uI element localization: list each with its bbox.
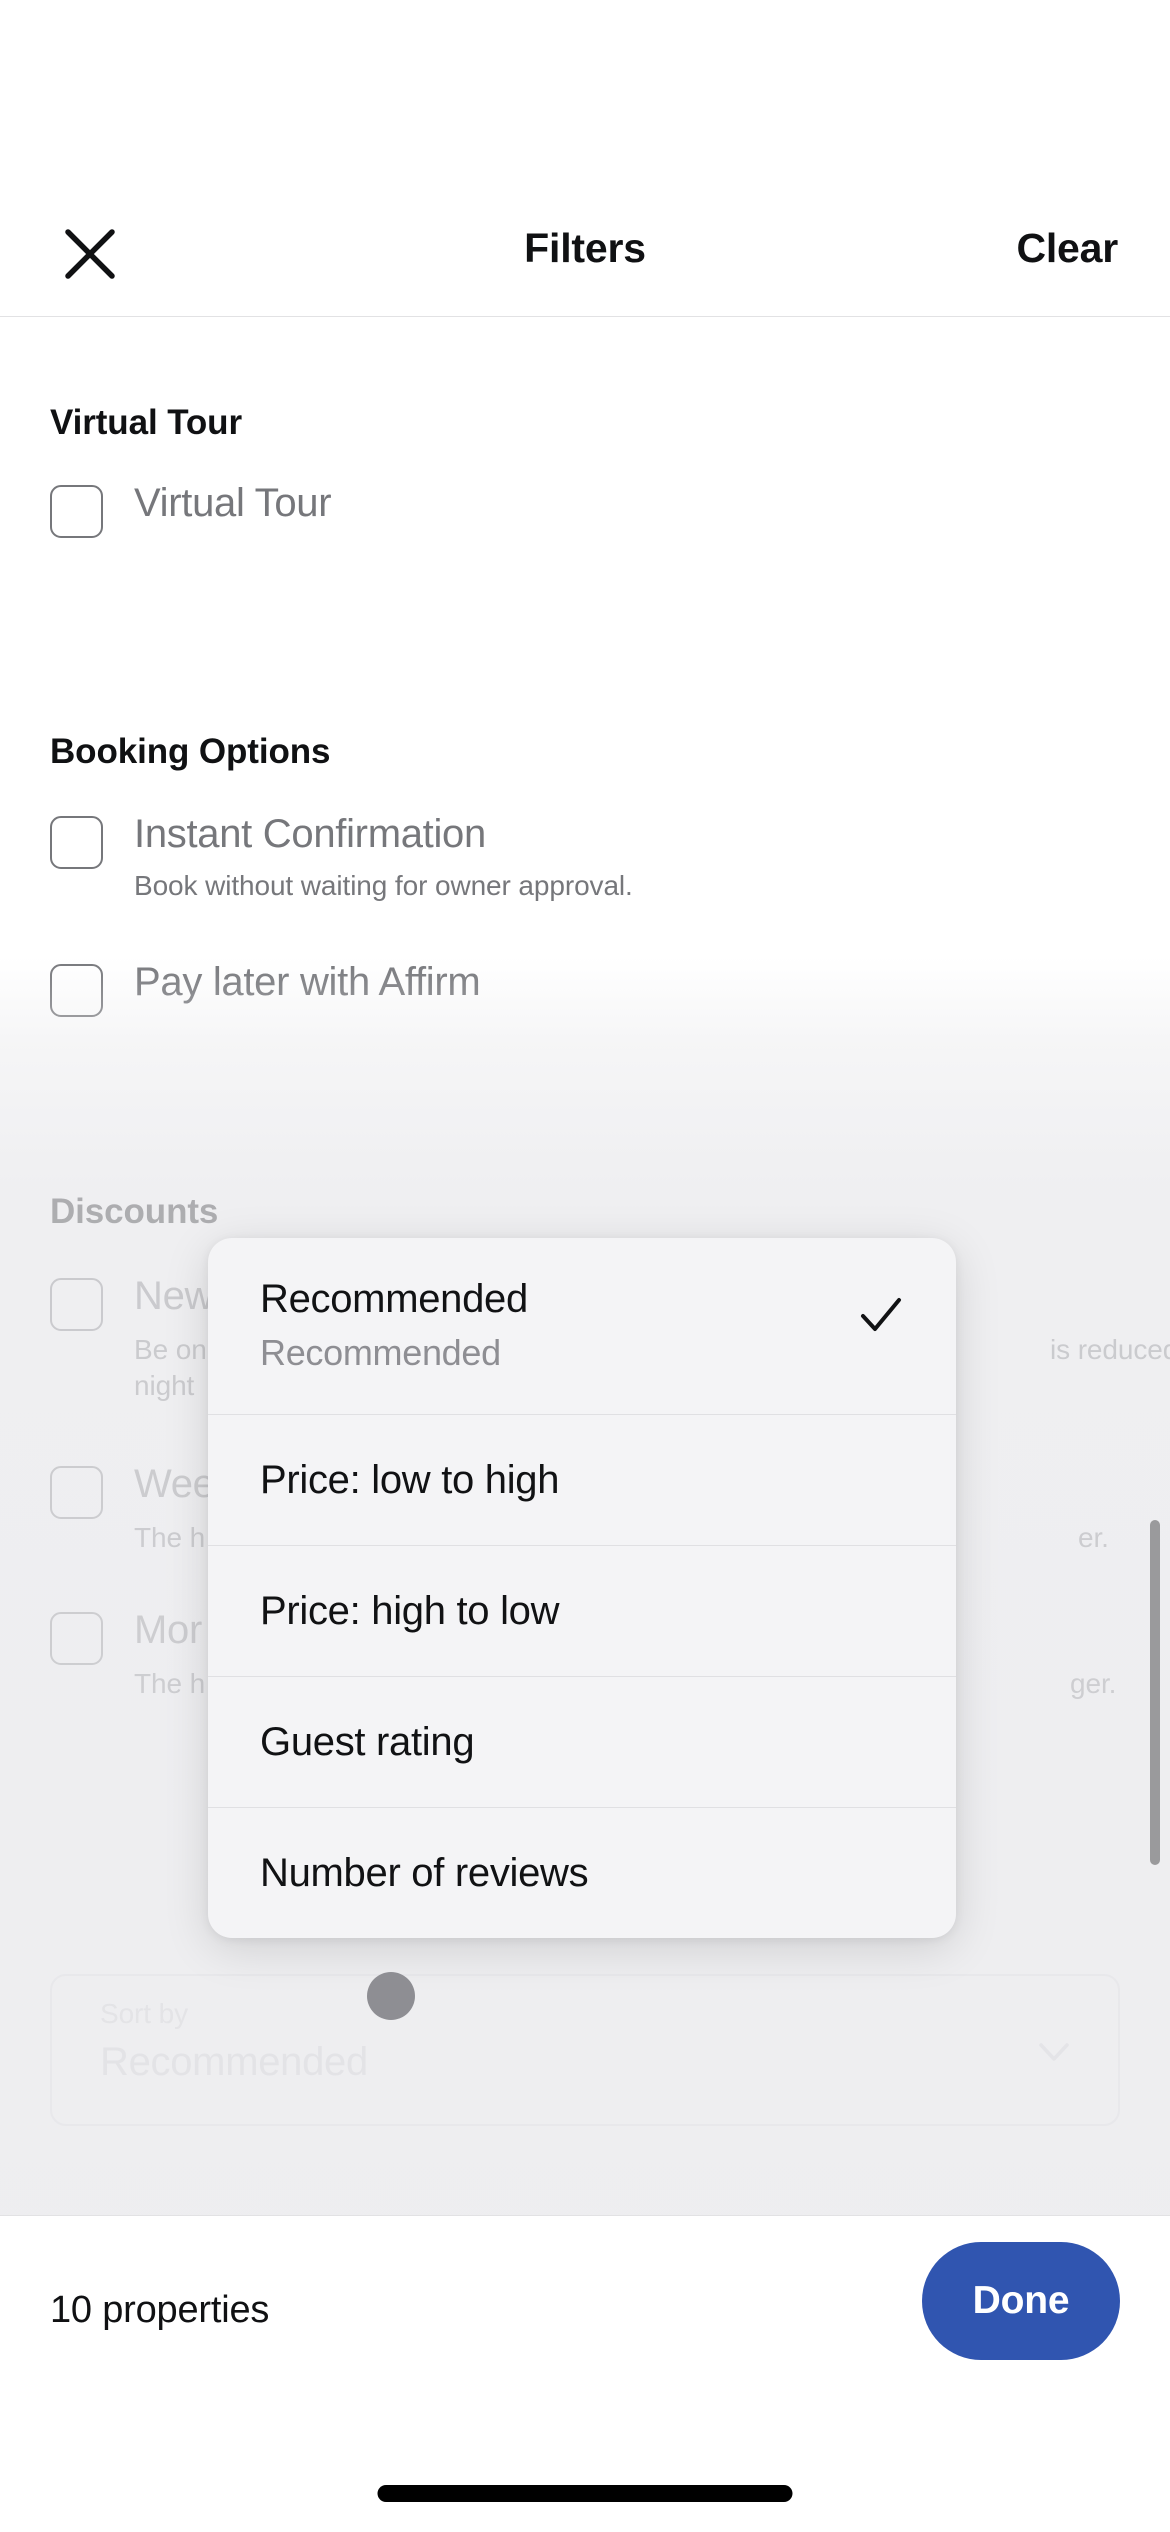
popup-item-subtitle: Recommended xyxy=(260,1332,501,1373)
option-row-virtual-tour[interactable]: Virtual Tour xyxy=(50,481,1170,545)
checkbox-instant-confirmation[interactable] xyxy=(50,816,103,869)
properties-count: 10 properties xyxy=(50,2289,270,2331)
option-label: Instant Confirmation xyxy=(134,812,486,856)
option-description: Book without waiting for owner approval. xyxy=(134,870,633,901)
sort-by-select[interactable]: Sort by Recommended xyxy=(50,1974,1120,2126)
option-description-tail: is reduced xyxy=(1050,1334,1170,1365)
popup-item-title: Recommended xyxy=(260,1277,528,1321)
option-description-tail: er. xyxy=(1078,1522,1109,1553)
section-title: Discounts xyxy=(50,1192,219,1231)
status-bar xyxy=(0,0,1170,190)
section-title: Booking Options xyxy=(50,732,331,771)
section-title: Virtual Tour xyxy=(50,403,242,442)
check-icon xyxy=(858,1292,904,1338)
option-label: Virtual Tour xyxy=(134,481,332,525)
popup-item-title: Price: low to high xyxy=(260,1458,560,1502)
option-description-line2: night xyxy=(134,1370,195,1401)
checkbox-discount-monthly[interactable] xyxy=(50,1612,103,1665)
checkbox-virtual-tour[interactable] xyxy=(50,485,103,538)
done-button[interactable]: Done xyxy=(922,2242,1120,2360)
bottom-action-bar: 10 properties Done xyxy=(0,2215,1170,2532)
popup-item-guest-rating[interactable]: Guest rating xyxy=(208,1676,956,1807)
touch-indicator xyxy=(367,1972,415,2020)
popup-item-title: Price: high to low xyxy=(260,1589,560,1633)
popup-item-recommended[interactable]: Recommended Recommended xyxy=(208,1238,956,1414)
sort-by-popup-menu[interactable]: Recommended Recommended Price: low to hi… xyxy=(208,1238,956,1938)
option-description-line1: The h xyxy=(134,1668,206,1699)
scrollbar-thumb[interactable] xyxy=(1150,1520,1160,1865)
home-indicator xyxy=(377,2485,793,2502)
section-booking-options: Booking Options Instant Confirmation Boo… xyxy=(0,732,1170,1024)
section-virtual-tour: Virtual Tour Virtual Tour xyxy=(0,403,1170,545)
checkbox-discount-new[interactable] xyxy=(50,1278,103,1331)
popup-item-title: Number of reviews xyxy=(260,1851,589,1895)
option-row-instant-confirmation[interactable]: Instant Confirmation Book without waitin… xyxy=(50,812,1170,920)
chevron-down-icon xyxy=(1034,2032,1074,2072)
option-row-pay-later-affirm[interactable]: Pay later with Affirm xyxy=(50,960,1170,1024)
popup-item-title: Guest rating xyxy=(260,1720,475,1764)
popup-item-price-high-to-low[interactable]: Price: high to low xyxy=(208,1545,956,1676)
option-label: New xyxy=(134,1274,214,1318)
sort-by-caption: Sort by xyxy=(100,1998,189,2029)
option-label: Wee xyxy=(134,1462,215,1506)
scrollbar[interactable] xyxy=(1150,1520,1160,2190)
page-title: Filters xyxy=(524,225,646,271)
clear-button[interactable]: Clear xyxy=(1016,225,1118,272)
sort-by-value: Recommended xyxy=(100,2040,368,2084)
checkbox-discount-weekly[interactable] xyxy=(50,1466,103,1519)
option-label: Mor xyxy=(134,1608,202,1652)
popup-item-number-of-reviews[interactable]: Number of reviews xyxy=(208,1807,956,1938)
checkbox-pay-later-affirm[interactable] xyxy=(50,964,103,1017)
option-label: Pay later with Affirm xyxy=(134,960,481,1004)
option-description-line1: The h xyxy=(134,1522,206,1553)
filters-header: Filters Clear xyxy=(0,190,1170,317)
option-description-tail: ger. xyxy=(1070,1668,1117,1699)
option-description-line1: Be on xyxy=(134,1334,207,1365)
popup-item-price-low-to-high[interactable]: Price: low to high xyxy=(208,1414,956,1545)
